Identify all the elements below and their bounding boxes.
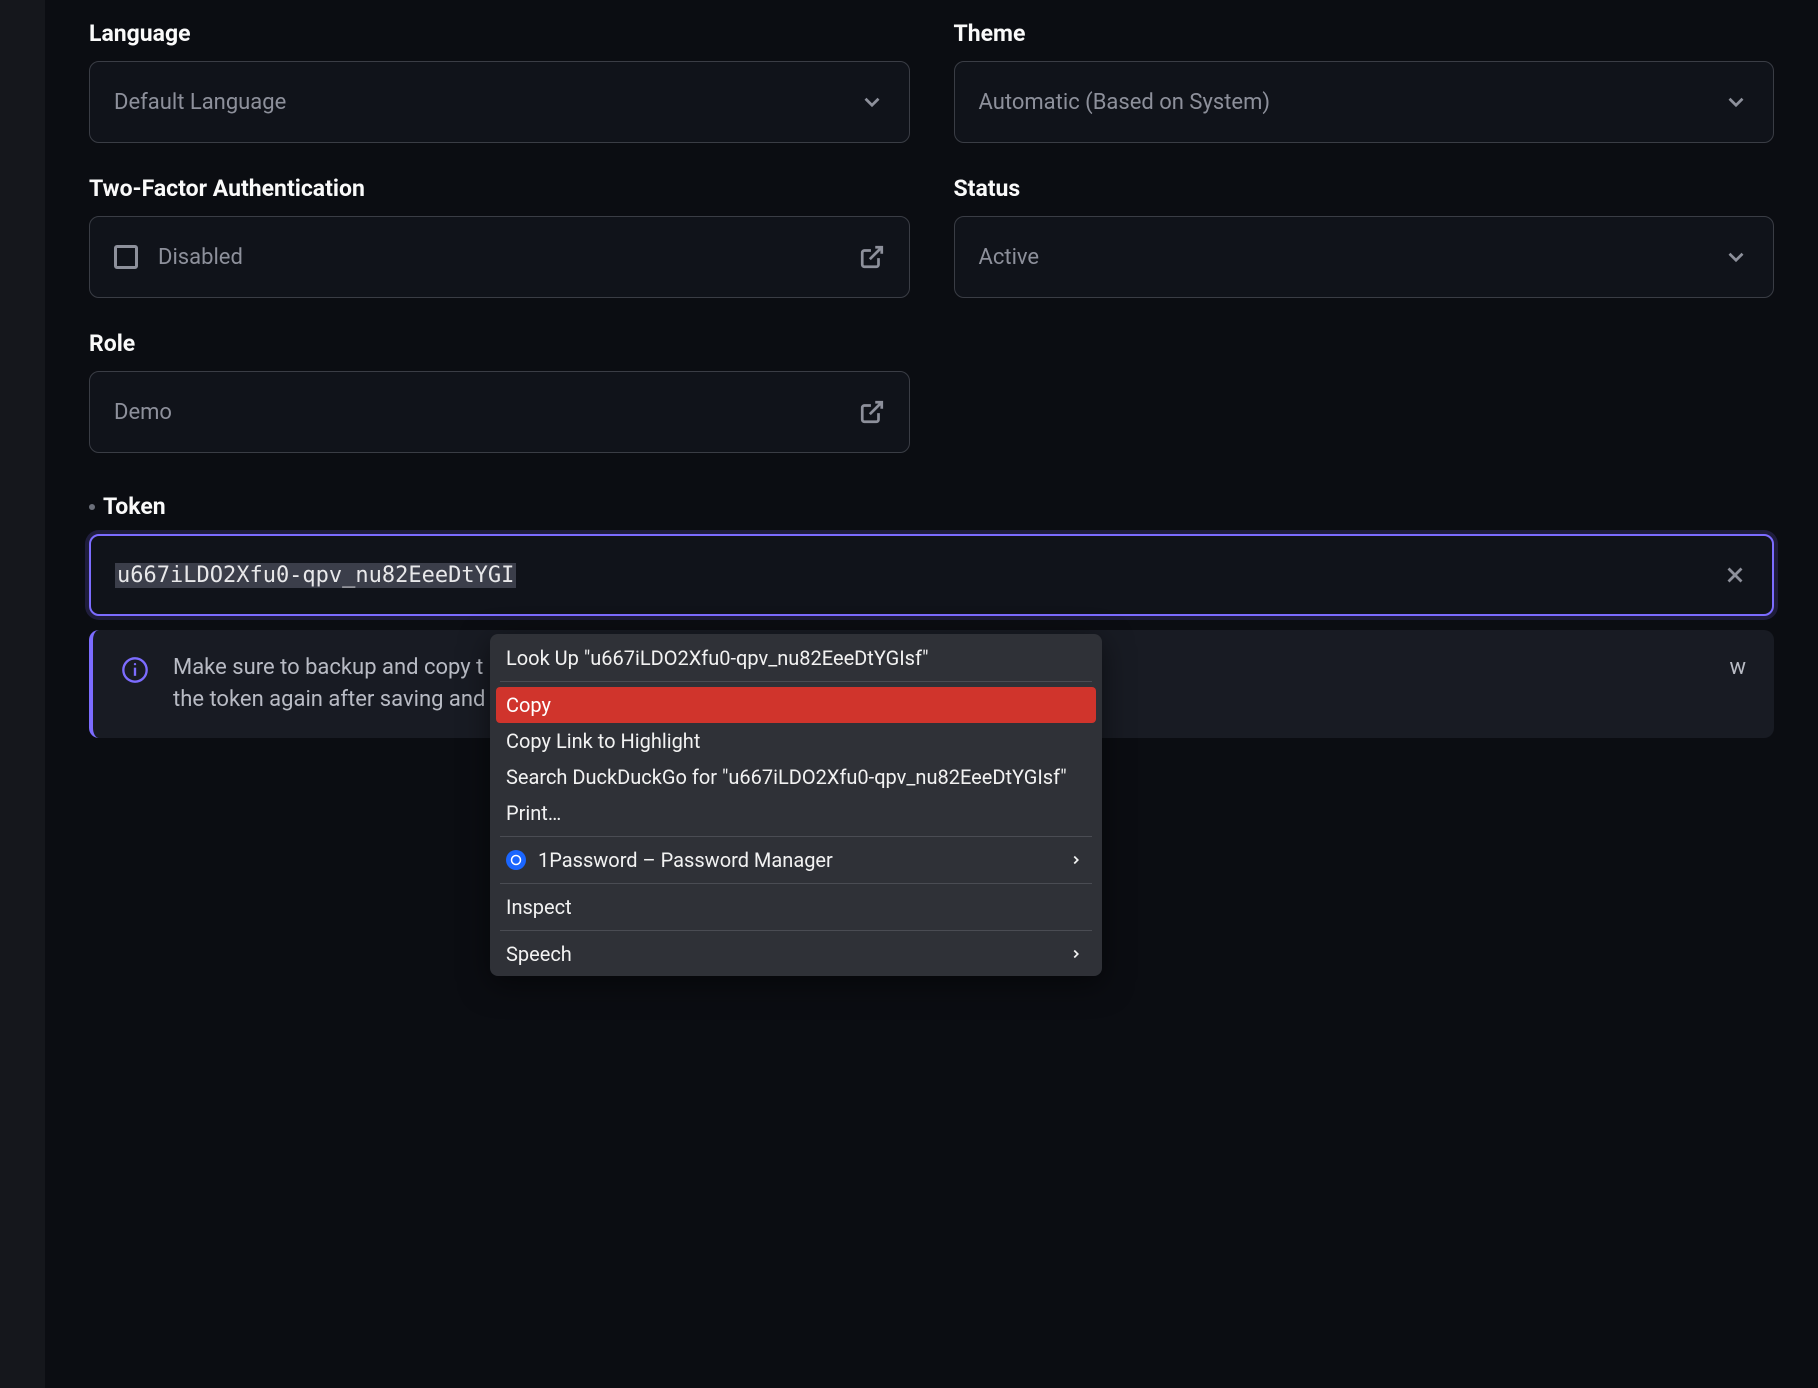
context-menu-search[interactable]: Search DuckDuckGo for "u667iLDO2Xfu0-qpv…: [496, 759, 1096, 795]
context-menu-separator: [500, 883, 1092, 884]
context-menu-lookup[interactable]: Look Up "u667iLDO2Xfu0-qpv_nu82EeeDtYGIs…: [496, 640, 1096, 676]
dirty-dot-icon: [89, 504, 95, 510]
info-icon: [121, 656, 149, 684]
context-menu-1password[interactable]: 1Password – Password Manager: [496, 842, 1096, 878]
token-value[interactable]: u667iLDO2Xfu0-qpv_nu82EeeDtYGI: [115, 563, 1710, 588]
context-menu-copy-link[interactable]: Copy Link to Highlight: [496, 723, 1096, 759]
context-menu-item-label: Inspect: [506, 895, 572, 919]
chevron-down-icon: [1723, 244, 1749, 270]
close-icon[interactable]: [1722, 562, 1748, 588]
notice-line2: the token again after saving and: [173, 684, 485, 716]
notice-line1: Make sure to backup and copy t: [173, 652, 485, 684]
context-menu-item-label: Speech: [506, 942, 572, 966]
language-select[interactable]: Default Language: [89, 61, 910, 143]
role-value: Demo: [114, 400, 172, 425]
left-rail: [0, 0, 45, 1388]
theme-value: Automatic (Based on System): [979, 90, 1271, 115]
language-label: Language: [89, 20, 910, 47]
context-menu[interactable]: Look Up "u667iLDO2Xfu0-qpv_nu82EeeDtYGIs…: [490, 634, 1102, 976]
chevron-right-icon: [1066, 944, 1086, 964]
tfa-label: Two-Factor Authentication: [89, 175, 910, 202]
theme-select[interactable]: Automatic (Based on System): [954, 61, 1775, 143]
role-label: Role: [89, 330, 910, 357]
status-value: Active: [979, 245, 1040, 270]
language-value: Default Language: [114, 90, 286, 115]
context-menu-speech[interactable]: Speech: [496, 936, 1096, 972]
context-menu-item-label: Copy Link to Highlight: [506, 729, 700, 753]
notice-trailing: w: [1729, 652, 1746, 716]
context-menu-item-label: Print…: [506, 801, 561, 825]
context-menu-item-label: Look Up "u667iLDO2Xfu0-qpv_nu82EeeDtYGIs…: [506, 646, 928, 670]
external-link-icon[interactable]: [859, 399, 885, 425]
status-field: Status Active: [954, 175, 1775, 298]
status-select[interactable]: Active: [954, 216, 1775, 298]
context-menu-separator: [500, 836, 1092, 837]
context-menu-copy[interactable]: Copy: [496, 687, 1096, 723]
context-menu-item-label: 1Password – Password Manager: [538, 848, 833, 872]
token-input[interactable]: u667iLDO2Xfu0-qpv_nu82EeeDtYGI: [89, 534, 1774, 616]
chevron-down-icon: [1723, 89, 1749, 115]
tfa-control[interactable]: Disabled: [89, 216, 910, 298]
context-menu-item-label: Copy: [506, 693, 551, 717]
status-label: Status: [954, 175, 1775, 202]
theme-field: Theme Automatic (Based on System): [954, 20, 1775, 143]
context-menu-separator: [500, 930, 1092, 931]
onepassword-icon: [506, 850, 526, 870]
context-menu-print[interactable]: Print…: [496, 795, 1096, 831]
context-menu-inspect[interactable]: Inspect: [496, 889, 1096, 925]
token-label: Token: [103, 493, 166, 520]
role-control[interactable]: Demo: [89, 371, 910, 453]
external-link-icon[interactable]: [859, 244, 885, 270]
chevron-right-icon: [1066, 850, 1086, 870]
chevron-down-icon: [859, 89, 885, 115]
role-field: Role Demo: [89, 330, 910, 453]
language-field: Language Default Language: [89, 20, 910, 143]
checkbox-empty-icon: [114, 245, 138, 269]
tfa-value: Disabled: [158, 245, 243, 270]
tfa-field: Two-Factor Authentication Disabled: [89, 175, 910, 298]
context-menu-separator: [500, 681, 1092, 682]
theme-label: Theme: [954, 20, 1775, 47]
context-menu-item-label: Search DuckDuckGo for "u667iLDO2Xfu0-qpv…: [506, 765, 1067, 789]
